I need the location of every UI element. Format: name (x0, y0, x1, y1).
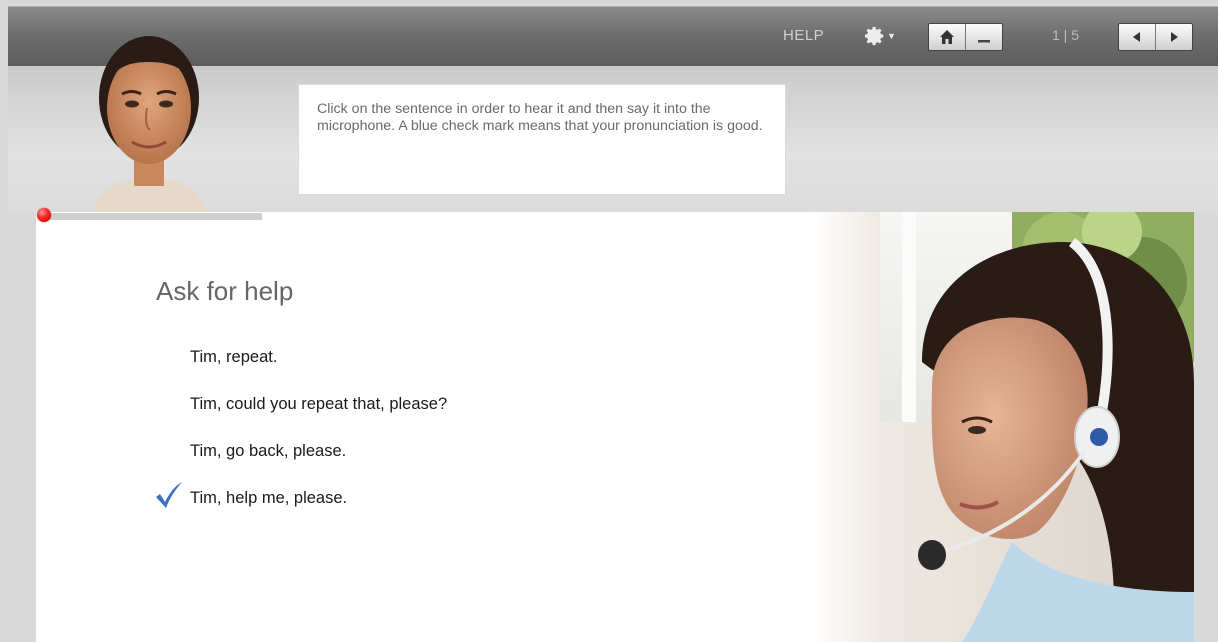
sentence-4[interactable]: Tim, help me, please. (190, 489, 347, 508)
exercise-title: Ask for help (156, 276, 294, 306)
tutor-avatar (92, 36, 206, 212)
page-indicator: 1 | 5 (1052, 27, 1079, 43)
check-icon (156, 482, 182, 508)
next-arrow-icon (1171, 32, 1178, 42)
sentence-2[interactable]: Tim, could you repeat that, please? (190, 395, 447, 414)
view-button-group (928, 23, 1003, 51)
help-button[interactable]: HELP (783, 27, 824, 44)
sentence-1[interactable]: Tim, repeat. (190, 348, 277, 367)
prev-arrow-icon (1133, 32, 1140, 42)
record-indicator-icon (37, 208, 51, 222)
gear-icon (864, 26, 884, 45)
settings-menu-button[interactable]: ▼ (864, 23, 900, 47)
headset-woman-photo (812, 212, 1194, 642)
page-nav-group (1118, 23, 1193, 51)
minimize-button[interactable] (965, 24, 1002, 50)
sentence-3[interactable]: Tim, go back, please. (190, 442, 346, 461)
instruction-box: Click on the sentence in order to hear i… (298, 84, 786, 195)
chevron-down-icon: ▼ (887, 30, 896, 41)
prev-page-button[interactable] (1119, 24, 1155, 50)
next-page-button[interactable] (1155, 24, 1192, 50)
home-icon (940, 30, 954, 44)
progress-bar (44, 213, 262, 220)
home-button[interactable] (929, 24, 965, 50)
minimize-icon (978, 40, 990, 43)
